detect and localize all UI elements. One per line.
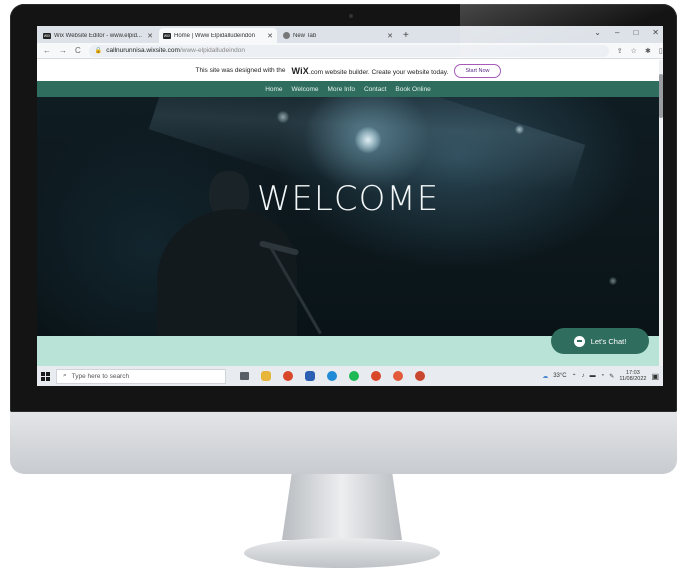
tab-new-tab[interactable]: New Tab ✕: [279, 28, 397, 43]
weather-icon[interactable]: ☁: [542, 373, 548, 380]
notifications-icon[interactable]: ▣: [651, 372, 659, 381]
weather-temp[interactable]: 33°C: [553, 373, 566, 379]
file-explorer-icon[interactable]: [261, 371, 271, 381]
battery-icon[interactable]: ▬: [590, 373, 596, 379]
tab-title: Wix Website Editor - www.elpid...: [54, 32, 142, 39]
task-view-icon[interactable]: [240, 372, 249, 380]
singer-body: [157, 209, 297, 336]
wix-favicon-icon: WIX: [163, 32, 171, 39]
side-panel-icon[interactable]: ▯: [659, 47, 663, 55]
monitor-stand-neck: [282, 474, 402, 540]
tab-wix-editor[interactable]: WIX Wix Website Editor - www.elpid... ✕: [39, 28, 157, 43]
clock[interactable]: 17:03 11/08/2022: [619, 370, 646, 382]
wix-banner-logo-group: WiX.com website builder. Create your web…: [291, 66, 448, 76]
extensions-icon[interactable]: ✱: [645, 47, 651, 55]
new-tab-button[interactable]: +: [403, 30, 409, 41]
word-icon[interactable]: [305, 371, 315, 381]
tab-search-icon[interactable]: ⌄: [594, 28, 601, 37]
back-arrow-icon[interactable]: ←: [43, 46, 51, 55]
monitor-stand-base: [244, 538, 440, 568]
wix-favicon-icon: WIX: [43, 32, 51, 39]
close-icon[interactable]: ✕: [147, 32, 153, 40]
nav-book-online[interactable]: Book Online: [395, 86, 430, 93]
maximize-icon[interactable]: □: [633, 28, 638, 37]
reload-icon[interactable]: C: [75, 46, 81, 55]
bookmark-star-icon[interactable]: ☆: [631, 47, 637, 55]
site-navigation: Home Welcome More Info Contact Book Onli…: [37, 81, 659, 97]
taskbar-apps: [240, 371, 425, 381]
chrome-icon[interactable]: [415, 371, 425, 381]
monitor-scene: WIX Wix Website Editor - www.elpid... ✕ …: [0, 0, 685, 577]
minimize-icon[interactable]: –: [615, 28, 619, 37]
url-field[interactable]: 🔒 callnurunnisa.wixsite.com/www-elpidall…: [88, 44, 609, 57]
stage-light-orb: [355, 127, 381, 153]
pen-icon[interactable]: ✎: [609, 373, 614, 380]
wifi-icon[interactable]: ◔: [601, 373, 605, 379]
page-scrollbar[interactable]: [659, 60, 663, 366]
lock-icon: 🔒: [94, 48, 103, 54]
monitor-chin: [10, 412, 677, 474]
system-tray: ☁ 33°C ⌃ ♪ ▬ ◔ ✎ 17:03 11/08/2022 ▣: [542, 370, 659, 382]
webcam-dot: [349, 14, 353, 18]
taskbar-search-input[interactable]: ⌕ Type here to search: [56, 368, 226, 384]
url-path: /www-elpidalludeindon: [179, 47, 246, 54]
search-placeholder: Type here to search: [71, 372, 130, 380]
stage-light-orb: [609, 277, 617, 285]
browser-tab-bar: WIX Wix Website Editor - www.elpid... ✕ …: [37, 26, 663, 43]
hero-headline: WELCOME: [256, 179, 440, 219]
share-icon[interactable]: ⇪: [617, 47, 623, 55]
chrome-favicon-icon: [283, 32, 290, 39]
wix-banner-text-after: .com website builder. Create your websit…: [309, 68, 449, 76]
start-now-button[interactable]: Start Now: [454, 63, 501, 78]
nav-more-info[interactable]: More Info: [328, 86, 355, 93]
tab-title: Home | Www Elpidalludeindon: [174, 32, 255, 39]
search-icon: ⌕: [63, 372, 67, 379]
clock-date: 11/08/2022: [619, 376, 647, 382]
forward-arrow-icon[interactable]: →: [59, 46, 67, 55]
chrome-icon[interactable]: [371, 371, 381, 381]
spotify-icon[interactable]: [349, 371, 359, 381]
close-icon[interactable]: ✕: [267, 32, 273, 40]
chrome-icon[interactable]: [283, 371, 293, 381]
windows-start-icon[interactable]: [41, 371, 50, 381]
tab-title: New Tab: [293, 32, 317, 39]
wix-banner-text-before: This site was designed with the: [195, 67, 286, 74]
close-window-icon[interactable]: ✕: [652, 28, 659, 37]
wix-logo: WiX: [291, 65, 309, 76]
chat-bubble-icon: [573, 335, 585, 347]
stage-light-orb: [515, 125, 524, 134]
url-host: callnurunnisa.wixsite.com: [106, 47, 180, 54]
chat-label: Let's Chat!: [590, 336, 627, 346]
tray-chevron-icon[interactable]: ⌃: [572, 373, 577, 380]
nav-home[interactable]: Home: [265, 86, 282, 93]
stage-light-orb: [277, 111, 289, 123]
nav-contact[interactable]: Contact: [364, 86, 386, 93]
windows-taskbar: ⌕ Type here to search ☁ 33°C ⌃ ♪ ▬ ◔ ✎ 1…: [37, 366, 663, 386]
wix-promo-banner: This site was designed with the WiX.com …: [37, 60, 659, 81]
close-icon[interactable]: ✕: [387, 32, 393, 40]
screen: WIX Wix Website Editor - www.elpid... ✕ …: [37, 26, 663, 386]
tab-home-site[interactable]: WIX Home | Www Elpidalludeindon ✕: [159, 28, 277, 43]
edge-icon[interactable]: [327, 371, 337, 381]
speaker-icon[interactable]: ♪: [582, 373, 585, 379]
nav-welcome[interactable]: Welcome: [292, 86, 319, 93]
browser-address-bar: ← → C 🔒 callnurunnisa.wixsite.com/www-el…: [37, 43, 663, 59]
scrollbar-thumb[interactable]: [659, 74, 663, 118]
browser-toolbar-icons: ⇪ ☆ ✱ ▯ ● ⋮: [617, 47, 663, 55]
hero-section: WELCOME: [37, 97, 659, 336]
chrome-icon[interactable]: [393, 371, 403, 381]
lets-chat-button[interactable]: Let's Chat!: [551, 328, 649, 354]
window-controls: ⌄ – □ ✕: [594, 28, 659, 37]
